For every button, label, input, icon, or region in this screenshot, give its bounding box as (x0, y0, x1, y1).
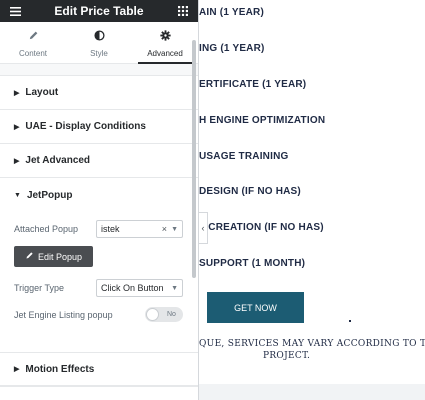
trigger-type-value: Click On Button (101, 283, 164, 293)
attached-popup-label: Attached Popup (14, 224, 79, 234)
panel-title: Edit Price Table (54, 4, 144, 18)
section-layout-label: Layout (25, 87, 59, 98)
tab-style[interactable]: Style (66, 22, 132, 63)
jet-engine-listing-label: Jet Engine Listing popup (14, 310, 113, 320)
section-uae-display-conditions[interactable]: ▶ UAE - Display Conditions (0, 110, 198, 144)
panel-tabs: Content Style Advanced (0, 22, 198, 64)
grid-icon[interactable] (176, 4, 190, 18)
hamburger-icon[interactable] (8, 4, 22, 18)
caret-down-icon: ▼ (14, 191, 21, 199)
section-jetpopup[interactable]: ▼ JetPopup (0, 178, 198, 212)
tab-advanced-label: Advanced (147, 48, 183, 58)
section-jet-advanced[interactable]: ▶ Jet Advanced (0, 144, 198, 178)
caret-right-icon: ▶ (14, 157, 20, 165)
edit-popup-label: Edit Popup (37, 251, 83, 262)
feature-item: USAGE TRAINING (199, 151, 289, 162)
feature-item: SUPPORT (1 MONTH) (199, 258, 306, 269)
chevron-down-icon: ▼ (171, 284, 178, 292)
pencil-icon (28, 28, 39, 46)
section-motion-effects[interactable]: ▶ Motion Effects (0, 352, 198, 386)
tab-advanced[interactable]: Advanced (132, 22, 198, 64)
editor-panel: Edit Price Table Content Style Advanced … (0, 0, 199, 400)
toggle-label: No (167, 311, 176, 318)
feature-item: DESIGN (IF NO HAS) (199, 186, 301, 197)
page-preview: AIN (1 YEAR) ING (1 YEAR) ERTIFICATE (1 … (199, 0, 425, 384)
chevron-left-icon: ‹ (201, 223, 205, 233)
panel-collapse-handle[interactable]: ‹ (199, 212, 208, 244)
panel-header: Edit Price Table (0, 0, 198, 22)
toggle-knob (146, 308, 159, 321)
feature-item: AIN (1 YEAR) (199, 7, 265, 18)
caret-right-icon: ▶ (14, 89, 20, 97)
section-jet-advanced-label: Jet Advanced (25, 155, 91, 166)
attached-popup-value: istek (101, 224, 120, 234)
caret-right-icon: ▶ (14, 123, 20, 131)
clear-icon[interactable]: × (162, 224, 167, 234)
section-uae-label: UAE - Display Conditions (25, 121, 146, 132)
feature-item: H ENGINE OPTIMIZATION (199, 115, 326, 126)
jet-engine-listing-toggle[interactable]: No (145, 307, 183, 322)
feature-item: T CREATION (IF NO HAS) (199, 222, 324, 233)
note-line-2: PROJECT. (263, 351, 311, 361)
decorative-dot (349, 320, 351, 322)
trigger-type-select[interactable]: Click On Button ▼ (96, 279, 183, 297)
attached-popup-select[interactable]: istek × ▼ (96, 220, 183, 238)
gear-icon (159, 28, 171, 46)
chevron-down-icon: ▼ (171, 225, 178, 233)
tab-style-label: Style (90, 48, 108, 58)
note-line-1: QUE, SERVICES MAY VARY ACCORDING TO THE (199, 339, 425, 349)
half-circle-icon (93, 28, 105, 46)
caret-right-icon: ▶ (14, 366, 20, 373)
section-motion-label: Motion Effects (25, 363, 95, 375)
feature-item: ING (1 YEAR) (199, 43, 265, 54)
feature-item: ERTIFICATE (1 YEAR) (199, 79, 307, 90)
section-jetpopup-label: JetPopup (26, 189, 73, 201)
trigger-type-label: Trigger Type (14, 283, 65, 293)
panel-spacer (0, 64, 198, 76)
tab-content[interactable]: Content (0, 22, 66, 63)
tab-content-label: Content (18, 48, 48, 58)
divider (0, 386, 198, 387)
preview-bottom-strip (199, 384, 425, 400)
get-now-button[interactable]: GET NOW (207, 292, 304, 323)
section-layout[interactable]: ▶ Layout (0, 76, 198, 110)
edit-popup-button[interactable]: Edit Popup (14, 246, 93, 267)
pencil-icon (25, 251, 34, 262)
panel-scrollbar[interactable] (192, 40, 196, 278)
